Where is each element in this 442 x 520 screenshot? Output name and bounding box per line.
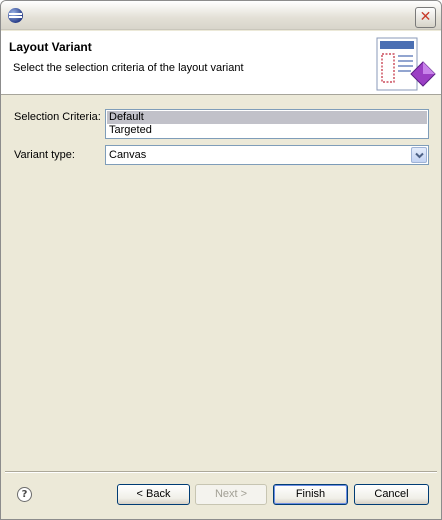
finish-button[interactable]: Finish bbox=[273, 484, 348, 505]
variant-type-dropdown[interactable]: Canvas bbox=[105, 145, 429, 165]
next-button[interactable]: Next > bbox=[195, 484, 267, 505]
wizard-dialog: ✕ Layout Variant Select the selection cr… bbox=[0, 0, 442, 520]
variant-type-value: Canvas bbox=[109, 149, 147, 161]
selection-criteria-list[interactable]: Default Targeted bbox=[105, 109, 429, 139]
chevron-down-icon bbox=[415, 152, 424, 159]
eclipse-app-icon bbox=[8, 8, 23, 23]
layout-wizard-graphic bbox=[376, 37, 436, 91]
close-button[interactable]: ✕ bbox=[415, 7, 436, 28]
help-question-icon[interactable]: ? bbox=[17, 487, 32, 502]
title-bar: ✕ bbox=[1, 1, 441, 30]
page-title: Layout Variant bbox=[9, 40, 92, 54]
wizard-header: Layout Variant Select the selection crit… bbox=[1, 31, 441, 95]
cancel-button[interactable]: Cancel bbox=[354, 484, 429, 505]
back-button[interactable]: < Back bbox=[117, 484, 190, 505]
variant-type-label: Variant type: bbox=[14, 149, 75, 161]
page-description: Select the selection criteria of the lay… bbox=[13, 62, 244, 74]
footer-separator bbox=[5, 471, 437, 473]
dropdown-arrow-button[interactable] bbox=[411, 147, 427, 163]
list-item-default[interactable]: Default bbox=[107, 111, 427, 124]
selection-criteria-label: Selection Criteria: bbox=[14, 111, 101, 123]
list-item-targeted[interactable]: Targeted bbox=[107, 124, 427, 137]
